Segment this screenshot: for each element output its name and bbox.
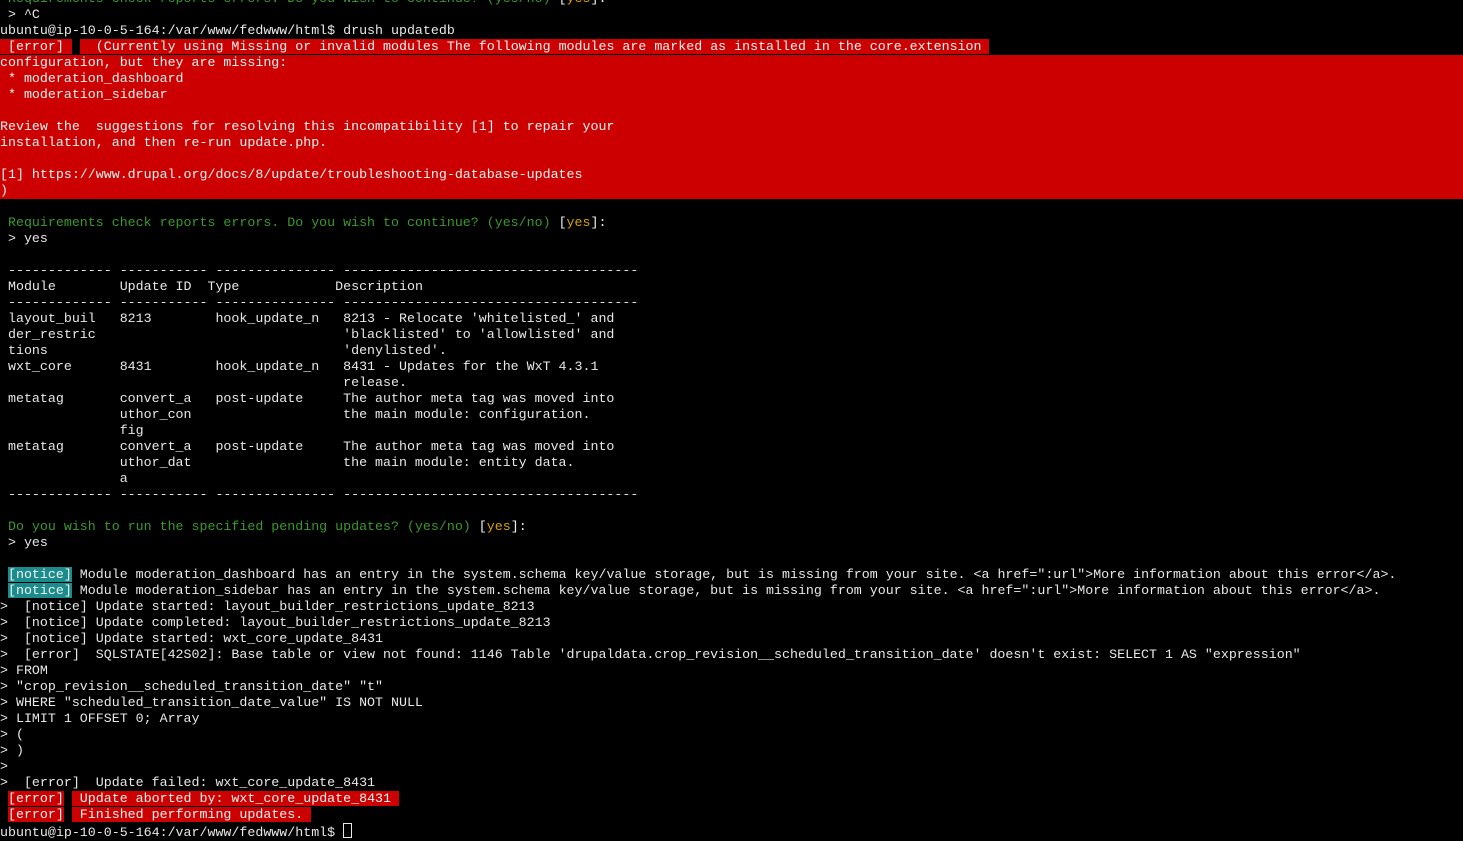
log-line: > [0,759,8,774]
log-line: > ) [0,743,24,758]
prompt-answer: > yes [0,231,48,246]
error-line: configuration, but they are missing: [0,55,288,70]
text-cursor[interactable] [343,823,353,838]
table-row: a [0,471,128,486]
table-row: layout_buil 8213 hook_update_n 8213 - Re… [0,311,615,326]
error-message-text: (Currently using Missing or invalid modu… [79,39,990,54]
table-rule: ------------- ----------- --------------… [0,263,639,278]
header-description: Description [327,279,423,294]
table-row: tions 'denylisted'. [0,343,447,358]
log-line: > WHERE "scheduled_transition_date_value… [0,695,423,710]
run-updates-prompt-line: Do you wish to run the specified pending… [0,519,527,534]
ctrl-c-line: > ^C [0,7,40,22]
terminal-window[interactable]: Requirements check reports errors. Do yo… [0,0,1463,840]
error-badge: [error] [7,791,64,806]
prompt-question: Requirements check reports errors. Do yo… [0,0,559,6]
error-line: * moderation_dashboard [0,71,184,86]
notice-badge: [notice] [7,583,72,598]
table-row: uthor_con the main module: configuration… [0,407,591,422]
error-block-first-line: [error] (Currently using Missing or inva… [0,39,1463,55]
header-module: Module [0,279,120,294]
error-text: Update aborted by: wxt_core_update_8431 [71,791,399,806]
log-line: > [error] SQLSTATE[42S02]: Base table or… [0,647,1301,662]
error-line: installation, and then re-run update.php… [0,135,328,150]
log-line: > LIMIT 1 OFFSET 0; Array [0,711,200,726]
prompt-default: yes [566,215,591,230]
prompt-default: yes [567,0,591,6]
log-line: > "crop_revision__scheduled_transition_d… [0,679,384,694]
notice-badge: [notice] [7,567,72,582]
log-line: > [notice] Update completed: layout_buil… [0,615,551,630]
table-row: release. [0,375,407,390]
error-badge: [error] [7,807,64,822]
continue-prompt-line: Requirements check reports errors. Do yo… [0,215,607,230]
log-line: > [notice] Update started: layout_builde… [0,599,535,614]
pending-updates-table: ------------- ----------- --------------… [0,263,1463,503]
notice-text: Module moderation_dashboard has an entry… [71,567,1397,582]
error-line: ) [0,183,8,198]
prompt-question: Requirements check reports errors. Do yo… [0,215,559,230]
notice-line: [notice] Module moderation_dashboard has… [0,567,1463,583]
table-row: der_restric 'blacklisted' to 'allowliste… [0,327,615,342]
log-line: > [notice] Update started: wxt_core_upda… [0,631,384,646]
error-line: Review the suggestions for resolving thi… [0,119,615,134]
error-line: [1] https://www.drupal.org/docs/8/update… [0,167,583,182]
notice-line: [notice] Module moderation_sidebar has a… [0,583,1463,599]
table-row: uthor_dat the main module: entity data. [0,455,575,470]
prompt-default: yes [486,519,511,534]
shell-prompt-line[interactable]: ubuntu@ip-10-0-5-164:/var/www/fedwww/htm… [0,823,1463,840]
log-line: > [error] Update failed: wxt_core_update… [0,775,376,790]
error-block: configuration, but they are missing: * m… [0,55,1463,199]
header-type: Type [207,279,328,294]
table-rule: ------------- ----------- --------------… [0,487,639,502]
shell-prompt: ubuntu@ip-10-0-5-164:/var/www/fedwww/htm… [0,825,344,840]
final-error-line: [error] Update aborted by: wxt_core_upda… [0,791,1463,807]
log-line: > FROM [0,663,48,678]
error-line [0,151,1463,167]
final-error-line: [error] Finished performing updates. [0,807,1463,823]
prompt-answer: > yes [0,535,48,550]
table-row: metatag convert_a post-update The author… [0,439,615,454]
table-row: metatag convert_a post-update The author… [0,391,615,406]
table-row: wxt_core 8431 hook_update_n 8431 - Updat… [0,359,599,374]
table-rule: ------------- ----------- --------------… [0,295,639,310]
prompt-question: Do you wish to run the specified pending… [0,519,479,534]
error-line [0,103,1463,119]
log-line: > ( [0,727,24,742]
table-row: fig [0,423,144,438]
error-text: Finished performing updates. [71,807,312,822]
prev-prompt-line: Requirements check reports errors. Do yo… [0,0,1463,7]
table-header-row: Module Update ID Type Description [0,279,1463,295]
error-badge: [error] [0,39,72,54]
error-line: * moderation_sidebar [0,87,168,102]
header-update-id: Update ID [119,279,208,294]
notice-text: Module moderation_sidebar has an entry i… [71,583,1381,598]
command-line: ubuntu@ip-10-0-5-164:/var/www/fedwww/htm… [0,23,455,38]
